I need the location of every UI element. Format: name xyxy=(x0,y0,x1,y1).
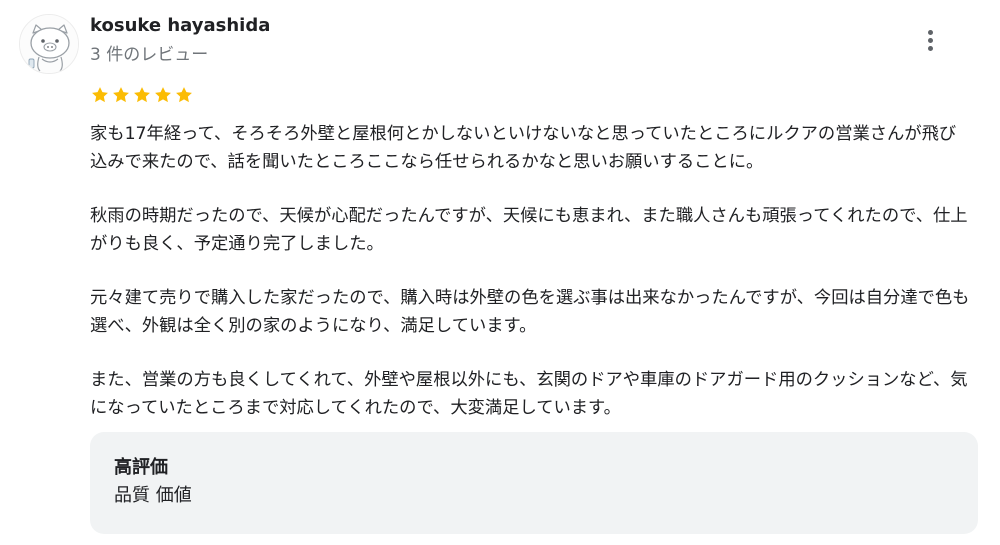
review-text: 家も17年経って、そろそろ外壁と屋根何とかしないといけないなと思っていたところに… xyxy=(90,120,970,422)
reviewer-avatar[interactable] xyxy=(19,14,79,74)
reviewer-name[interactable]: kosuke hayashida xyxy=(90,15,270,37)
more-vert-icon xyxy=(927,29,933,35)
review-paragraph: 家も17年経って、そろそろ外壁と屋根何とかしないといけないなと思っていたところに… xyxy=(90,124,957,172)
highlights-title: 高評価 xyxy=(114,457,168,478)
highlights-value: 品質 価値 xyxy=(114,485,192,506)
pig-avatar-icon xyxy=(20,15,78,73)
more-vert-icon-dot xyxy=(927,37,933,43)
review-paragraph: 秋雨の時期だったので、天候が心配だったんですが、天候にも恵まれ、また職人さんも頑… xyxy=(90,206,968,254)
star-rating xyxy=(90,84,194,106)
star-icon xyxy=(176,87,192,103)
more-options-button[interactable] xyxy=(918,26,942,54)
star-icon xyxy=(155,87,171,103)
star-icon xyxy=(134,87,150,103)
star-icon xyxy=(113,87,129,103)
review-paragraph: また、営業の方も良くしてくれて、外壁や屋根以外にも、玄関のドアや車庫のドアガード… xyxy=(90,370,968,418)
reviewer-review-count[interactable]: 3 件のレビュー xyxy=(90,44,208,66)
highlights-card: 高評価 品質 価値 xyxy=(90,432,978,534)
more-vert-icon-dot xyxy=(927,45,933,51)
star-icon xyxy=(92,87,108,103)
review-paragraph: 元々建て売りで購入した家だったので、購入時は外壁の色を選ぶ事は出来なかったんです… xyxy=(90,288,970,336)
